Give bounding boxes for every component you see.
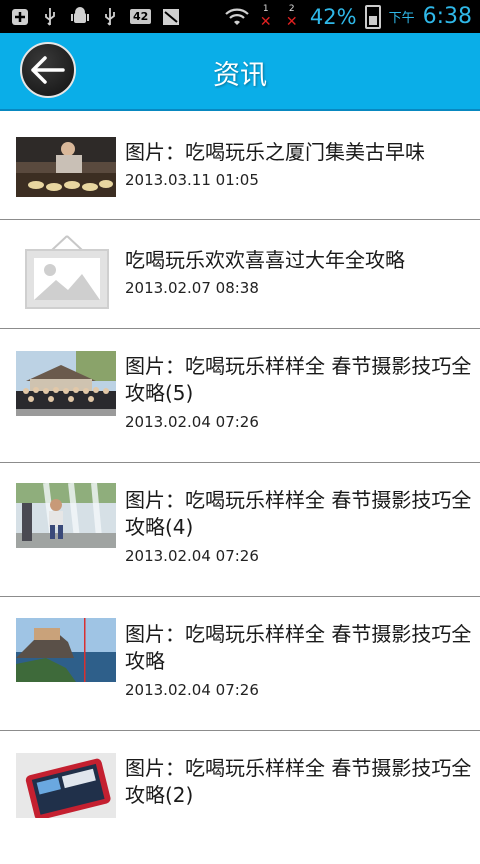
news-title: 图片：吃喝玩乐之厦门集美古早味 bbox=[125, 140, 425, 164]
title-bar: 资讯 bbox=[0, 33, 480, 111]
news-date: 2013.02.07 08:38 bbox=[125, 279, 259, 297]
photo-icon bbox=[161, 8, 181, 26]
news-title: 吃喝玩乐欢欢喜喜过大年全攻略 bbox=[125, 248, 405, 272]
clock-ampm: 下午 bbox=[388, 11, 415, 26]
add-icon bbox=[10, 8, 30, 26]
wifi-icon bbox=[224, 8, 250, 26]
news-title: 图片：吃喝玩乐样样全 春节摄影技巧全攻略 bbox=[125, 622, 472, 673]
news-date: 2013.03.11 01:05 bbox=[125, 171, 259, 189]
image-placeholder-icon bbox=[22, 234, 112, 314]
page-title: 资讯 bbox=[213, 60, 267, 91]
thumbnail-image bbox=[16, 753, 116, 818]
thumbnail-image bbox=[16, 618, 116, 682]
list-item[interactable]: 图片：吃喝玩乐之厦门集美古早味 2013.03.11 01:05 bbox=[0, 111, 480, 220]
sim1-no-signal-icon: 1 ✕ bbox=[259, 3, 272, 30]
thumbnail-image bbox=[16, 137, 116, 197]
thumbnail-image bbox=[16, 351, 116, 416]
list-item[interactable]: 图片：吃喝玩乐样样全 春节摄影技巧全攻略 2013.02.04 07:26 bbox=[0, 597, 480, 731]
news-date: 2013.02.04 07:26 bbox=[125, 547, 259, 565]
news-title: 图片：吃喝玩乐样样全 春节摄影技巧全攻略(4) bbox=[125, 488, 472, 539]
list-item[interactable]: 吃喝玩乐欢欢喜喜过大年全攻略 2013.02.07 08:38 bbox=[0, 220, 480, 329]
list-item[interactable]: 图片：吃喝玩乐样样全 春节摄影技巧全攻略(5) 2013.02.04 07:26 bbox=[0, 329, 480, 463]
system-icons: 1 ✕ 2 ✕ 42% 下午 6:38 bbox=[224, 0, 472, 33]
status-bar: 42 1 ✕ 2 ✕ 42% 下午 6:38 bbox=[0, 0, 480, 33]
clock-time: 6:38 bbox=[422, 4, 472, 29]
android-debug-icon bbox=[70, 6, 90, 26]
usb-icon bbox=[40, 7, 60, 26]
news-date: 2013.02.04 07:26 bbox=[125, 413, 259, 431]
news-title: 图片：吃喝玩乐样样全 春节摄影技巧全攻略(2) bbox=[125, 756, 472, 807]
list-item[interactable]: 图片：吃喝玩乐样样全 春节摄影技巧全攻略(4) 2013.02.04 07:26 bbox=[0, 463, 480, 597]
notification-icons: 42 bbox=[10, 0, 181, 33]
battery-percent: 42% bbox=[309, 4, 357, 29]
battery-icon bbox=[364, 4, 381, 29]
list-item[interactable]: 图片：吃喝玩乐样样全 春节摄影技巧全攻略(2) bbox=[0, 731, 480, 864]
thumbnail-image bbox=[16, 483, 116, 548]
news-date: 2013.02.04 07:26 bbox=[125, 681, 259, 699]
sim2-no-signal-icon: 2 ✕ bbox=[285, 3, 298, 30]
notification-badge: 42 bbox=[130, 9, 152, 24]
news-title: 图片：吃喝玩乐样样全 春节摄影技巧全攻略(5) bbox=[125, 354, 472, 405]
usb-icon bbox=[100, 7, 120, 26]
